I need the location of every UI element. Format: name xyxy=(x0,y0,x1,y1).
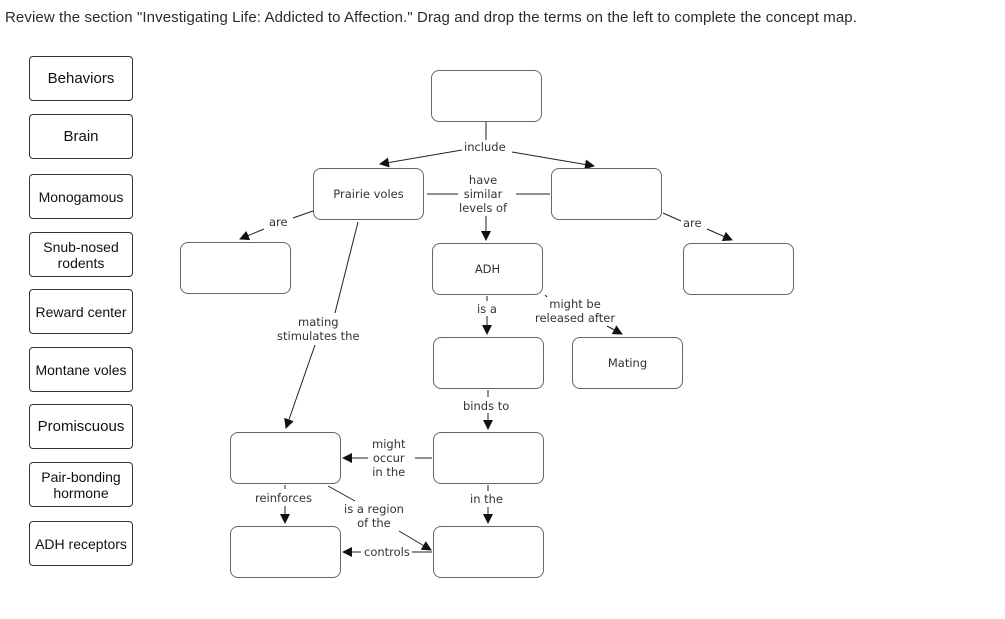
drop-target-reinforced[interactable] xyxy=(230,526,341,578)
link-are-left xyxy=(239,228,265,241)
link-released-mating xyxy=(606,325,623,335)
label-mating-stimulates: mating stimulates the xyxy=(277,315,360,343)
node-adh: ADH xyxy=(432,243,543,295)
link-stimulated-region xyxy=(327,485,356,502)
link-right-are xyxy=(662,212,682,222)
label-reinforces: reinforces xyxy=(255,491,312,505)
label-might-be-released: might be released after xyxy=(535,297,616,325)
label-are-right: are xyxy=(683,216,702,230)
drop-target-right-mid[interactable] xyxy=(551,168,662,220)
link-stimulates-target xyxy=(284,344,316,429)
drop-target-stimulated[interactable] xyxy=(230,432,341,484)
drop-target-binds-to[interactable] xyxy=(433,432,544,484)
link-include-right xyxy=(511,151,595,170)
drop-target-right-are[interactable] xyxy=(683,243,794,295)
link-are-right xyxy=(706,228,733,241)
label-controls: controls xyxy=(364,545,410,559)
drop-target-region-of[interactable] xyxy=(433,526,544,578)
node-prairie-voles: Prairie voles xyxy=(313,168,424,220)
label-include: include xyxy=(464,140,506,154)
label-in-the: in the xyxy=(470,492,504,506)
label-have-similar: have similar levels of xyxy=(459,173,508,215)
link-prairie-stimulates xyxy=(334,221,359,314)
label-is-a: is a xyxy=(477,302,497,316)
drop-target-is-a[interactable] xyxy=(433,337,544,389)
label-binds-to: binds to xyxy=(463,399,510,413)
label-might-occur: might occur in the xyxy=(372,437,406,479)
label-are-left: are xyxy=(269,215,288,229)
drop-target-top[interactable] xyxy=(431,70,542,122)
drop-target-left-are[interactable] xyxy=(180,242,291,294)
link-include-left xyxy=(379,149,463,168)
node-mating: Mating xyxy=(572,337,683,389)
label-is-a-region: is a region of the xyxy=(344,502,404,530)
link-prairie-are xyxy=(292,210,314,219)
